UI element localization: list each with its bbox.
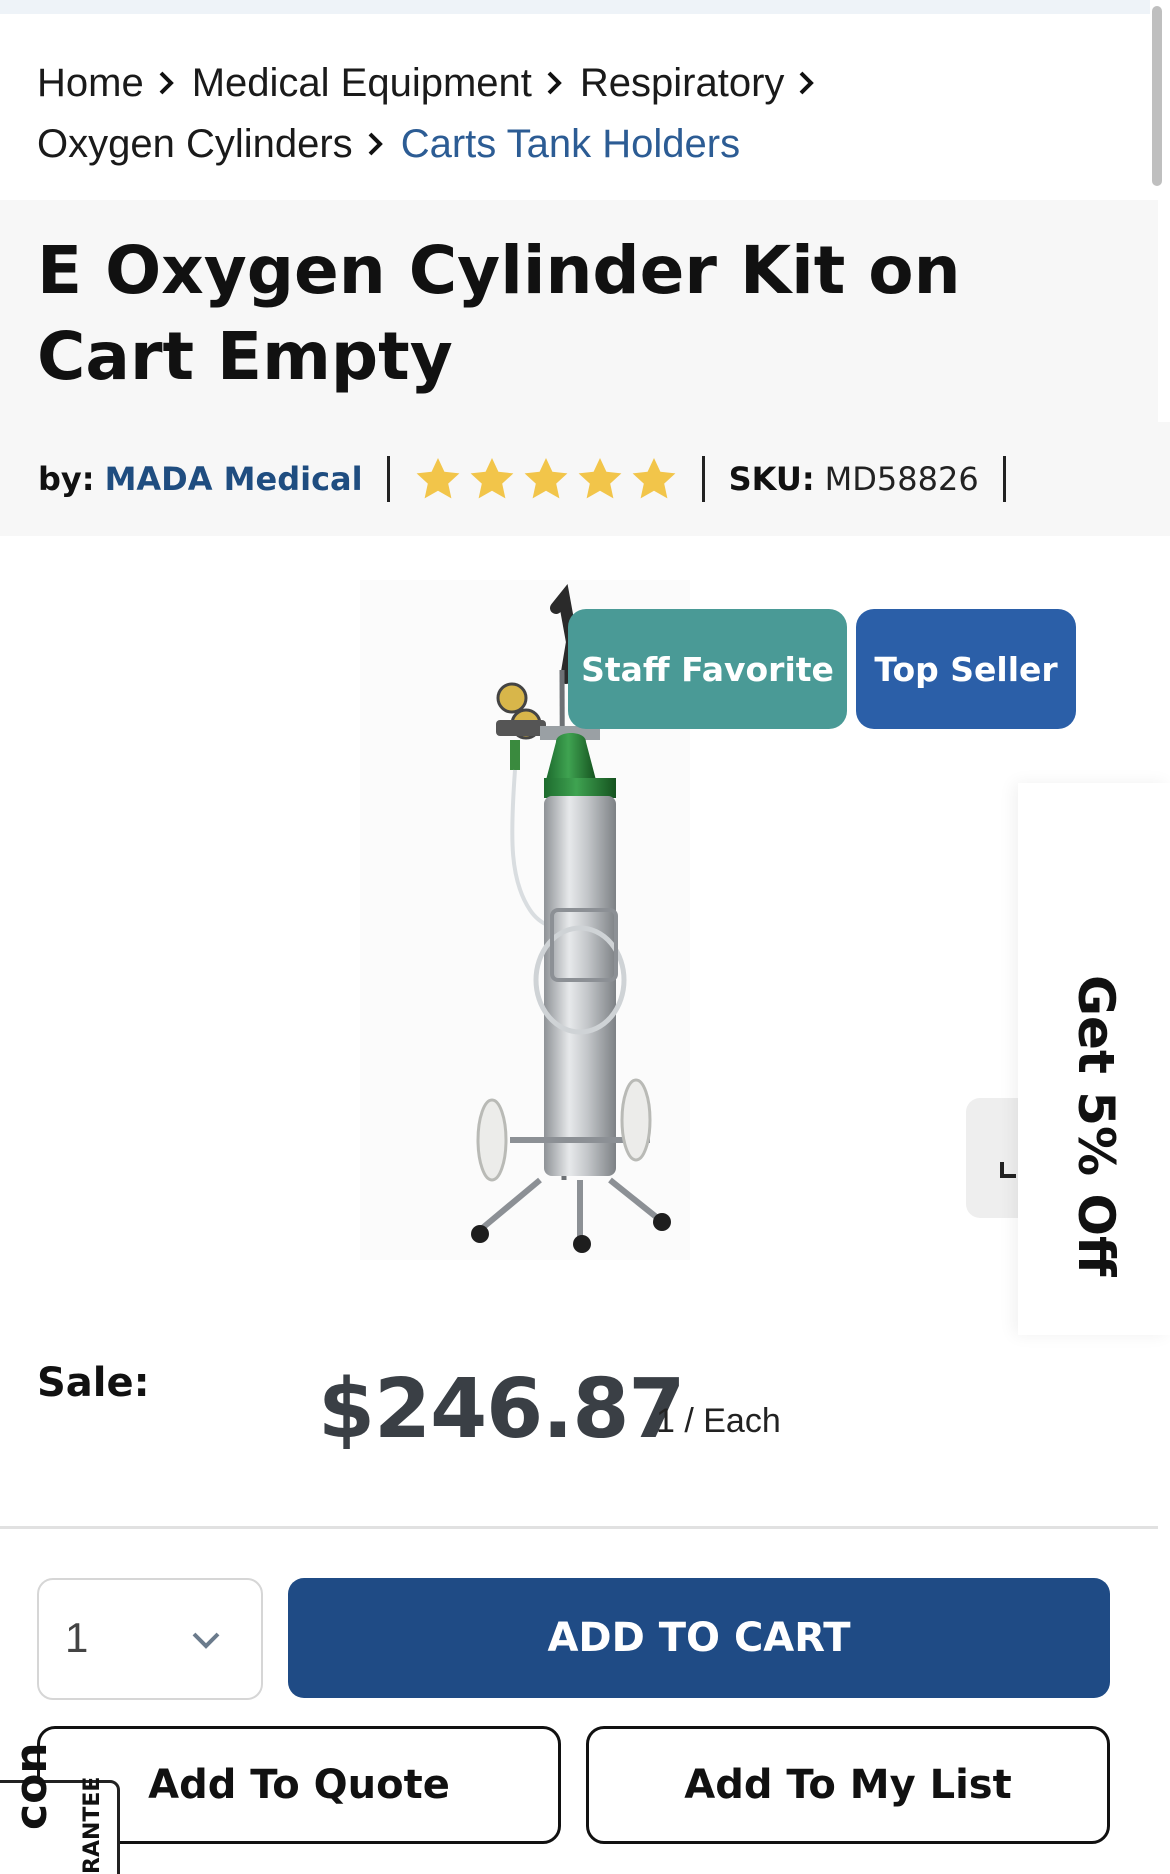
chevron-right-icon — [546, 70, 562, 96]
star-icon — [524, 458, 567, 499]
quantity-value: 1 — [65, 1614, 89, 1661]
promo-label[interactable]: Get 5% Off — [1067, 975, 1125, 1277]
breadcrumb-home[interactable]: Home — [37, 54, 144, 112]
chevron-right-icon — [367, 131, 383, 157]
divider — [1002, 456, 1006, 502]
quantity-select[interactable]: 1 — [37, 1578, 263, 1700]
sku-value: MD58826 — [824, 460, 979, 498]
breadcrumb-oxygen-cylinders[interactable]: Oxygen Cylinders — [37, 115, 353, 173]
price-unit: 1 / Each — [656, 1402, 781, 1440]
guarantee-mark: con — [6, 1742, 57, 1830]
star-icon — [416, 458, 459, 499]
star-icon — [632, 458, 675, 499]
staff-favorite-badge: Staff Favorite — [568, 609, 847, 729]
brand-label: by: — [38, 460, 95, 498]
chevron-right-icon — [158, 70, 174, 96]
sale-label: Sale: — [37, 1360, 150, 1406]
chevron-right-icon — [798, 70, 815, 96]
divider — [701, 456, 705, 502]
product-title: E Oxygen Cylinder Kit on Cart Empty — [37, 232, 961, 395]
breadcrumb: Home Medical Equipment Respiratory Oxygen C… — [37, 52, 1137, 173]
price: $246.87 — [318, 1362, 685, 1457]
sku-label: SKU: — [728, 460, 815, 498]
star-icon — [578, 458, 621, 499]
chevron-down-icon — [192, 1632, 220, 1649]
add-to-list-button[interactable]: Add To My List — [586, 1726, 1110, 1844]
breadcrumb-current[interactable]: Carts Tank Holders — [401, 115, 740, 173]
breadcrumb-medical-equipment[interactable]: Medical Equipment — [192, 54, 532, 112]
divider — [386, 456, 390, 502]
promo-close-tab[interactable] — [966, 1098, 1022, 1218]
add-to-cart-button[interactable]: ADD TO CART — [288, 1578, 1110, 1698]
breadcrumb-respiratory[interactable]: Respiratory — [580, 54, 785, 112]
top-seller-badge: Top Seller — [856, 609, 1076, 729]
brand-link[interactable]: MADA Medical — [105, 460, 363, 498]
scrollbar-thumb[interactable] — [1152, 6, 1162, 186]
top-strip — [0, 0, 1150, 14]
corner-mark-icon — [1000, 1162, 1016, 1178]
rating-stars[interactable] — [414, 455, 678, 503]
divider — [0, 1526, 1158, 1529]
product-meta: by: MADA Medical SKU: MD58826 — [38, 452, 1030, 506]
guarantee-word: RANTEE — [80, 1776, 105, 1874]
star-icon — [470, 458, 513, 499]
